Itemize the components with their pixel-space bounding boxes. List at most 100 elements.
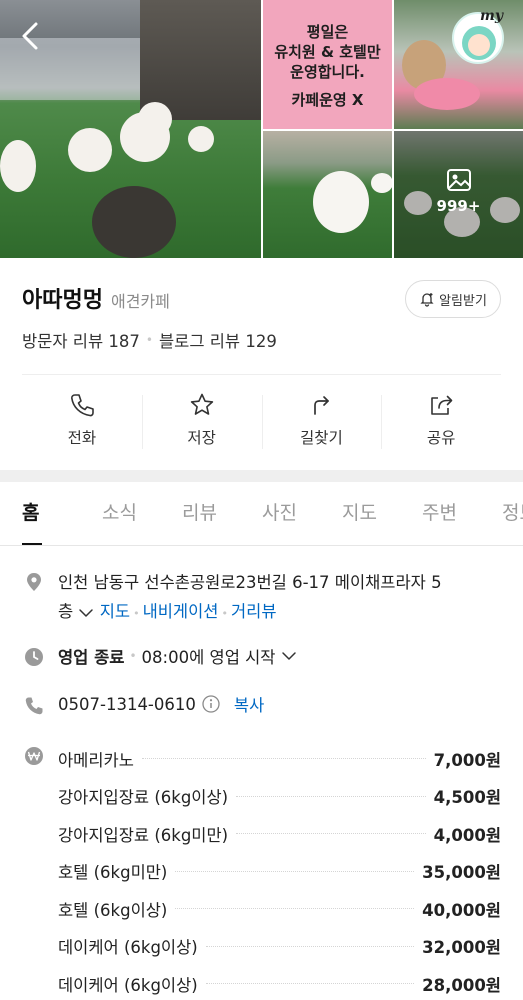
location-pin-icon <box>27 573 41 591</box>
menu-item: 아메리카노 7,000원 <box>58 740 501 778</box>
dotted-leader <box>175 908 415 910</box>
place-category: 애견카페 <box>110 292 170 311</box>
opening-time: 08:00에 영업 시작 <box>141 648 276 667</box>
share-button[interactable]: 공유 <box>381 375 501 465</box>
business-hours[interactable]: 영업 종료 • 08:00에 영업 시작 <box>58 644 297 668</box>
address-text: 인천 남동구 선수촌공원로23번길 6-17 메이채프라자 5 <box>58 573 442 592</box>
tab-photos[interactable]: 사진 <box>240 482 320 545</box>
tab-nearby[interactable]: 주변 <box>400 482 480 545</box>
chevron-left-icon <box>22 22 38 50</box>
photo-notice-sign[interactable]: 평일은 유치원 & 호텔만 운영합니다. 카페운영 X <box>263 0 392 129</box>
navigation-link[interactable]: 내비게이션 <box>143 602 219 621</box>
photo-dog-running[interactable] <box>263 131 392 258</box>
photo-gallery[interactable]: 평일은 유치원 & 호텔만 운영합니다. 카페운영 X 999+ my <box>0 0 523 258</box>
call-button[interactable]: 전화 <box>22 375 142 465</box>
directions-icon <box>314 396 330 415</box>
dotted-leader <box>236 833 426 835</box>
bell-plus-icon <box>420 293 434 307</box>
menu-item: 호텔 (6kg미만) 35,000원 <box>58 853 501 891</box>
avatar-face <box>468 34 490 56</box>
dot-separator: • <box>221 607 228 620</box>
more-photos-indicator[interactable]: 999+ <box>394 168 523 215</box>
tab-home[interactable]: 홈 <box>0 482 80 545</box>
notification-subscribe-button[interactable]: 알림받기 <box>405 280 501 318</box>
tab-reviews[interactable]: 리뷰 <box>160 482 240 545</box>
won-currency-icon <box>25 747 43 765</box>
review-counts: 방문자 리뷰 187 • 블로그 리뷰 129 <box>22 328 277 352</box>
menu-item-name: 강아지입장료 (6kg미만) <box>58 825 229 845</box>
more-photos-count: 999+ <box>436 197 481 215</box>
menu-item-price: 35,000원 <box>422 863 501 883</box>
menu-item-price: 28,000원 <box>422 975 501 995</box>
call-label: 전화 <box>67 429 97 447</box>
my-profile-avatar[interactable]: my <box>452 8 504 64</box>
copy-phone-button[interactable]: 복사 <box>234 692 264 716</box>
menu-item-name: 호텔 (6kg이상) <box>58 900 168 920</box>
sign-text-line: 카페운영 X <box>291 91 364 109</box>
photo-dog-shape <box>371 173 392 193</box>
menu-item-price: 32,000원 <box>422 938 501 958</box>
dot-separator: • <box>129 649 137 663</box>
save-label: 저장 <box>187 429 216 447</box>
menu-item-price: 7,000원 <box>433 750 501 770</box>
tab-info[interactable]: 정보 <box>480 482 523 545</box>
menu-item: 호텔 (6kg이상) 40,000원 <box>58 890 501 928</box>
menu-item-price: 40,000원 <box>422 900 501 920</box>
share-label: 공유 <box>426 429 456 447</box>
menu-item-name: 호텔 (6kg미만) <box>58 863 168 883</box>
menu-item-name: 데이케어 (6kg이상) <box>58 938 198 958</box>
tab-news[interactable]: 소식 <box>80 482 160 545</box>
dotted-leader <box>205 945 415 947</box>
section-separator <box>0 470 523 482</box>
menu-item-name: 강아지입장료 (6kg이상) <box>58 788 229 808</box>
dotted-leader <box>141 758 426 760</box>
tab-map[interactable]: 지도 <box>320 482 400 545</box>
directions-label: 길찾기 <box>299 429 343 447</box>
menu-item: 데이케어 (6kg이상) 28,000원 <box>58 965 501 1000</box>
dotted-leader <box>236 795 426 797</box>
sign-text-line: 평일은 <box>306 23 349 41</box>
menu-item-price: 4,500원 <box>433 788 501 808</box>
chevron-down-icon[interactable] <box>281 650 297 662</box>
share-icon <box>431 395 453 415</box>
menu-item: 강아지입장료 (6kg이상) 4,500원 <box>58 778 501 816</box>
dot-separator: • <box>133 607 140 620</box>
info-icon[interactable] <box>202 695 220 713</box>
photo-dog-shape <box>0 140 36 192</box>
menu-item-name: 데이케어 (6kg이상) <box>58 975 198 995</box>
address-text-cont: 층 <box>58 602 74 621</box>
directions-button[interactable]: 길찾기 <box>261 375 382 465</box>
street-view-link[interactable]: 거리뷰 <box>231 602 277 621</box>
phone-row: 0507-1314-0610 복사 <box>58 692 264 716</box>
menu-item-price: 4,000원 <box>433 825 501 845</box>
blog-review-link[interactable]: 블로그 리뷰 129 <box>159 328 277 352</box>
map-link[interactable]: 지도 <box>100 602 130 621</box>
photo-dog-shape <box>68 128 112 172</box>
tab-bar: 홈 소식 리뷰 사진 지도 주변 정보 <box>0 482 523 546</box>
title-row: 아따멍멍 애견카페 <box>22 282 170 314</box>
chevron-down-icon[interactable] <box>78 607 94 619</box>
back-button[interactable] <box>16 18 46 54</box>
address-block: 인천 남동구 선수촌공원로23번길 6-17 메이채프라자 5 층 지도 • 내비게… <box>58 568 488 628</box>
photo-dog-shape <box>313 171 369 233</box>
photo-dog-shape <box>138 102 172 136</box>
sign-text-line: 유치원 & 호텔만 <box>274 43 381 61</box>
phone-icon <box>25 697 43 715</box>
clock-icon <box>25 648 43 666</box>
avatar-my-label: my <box>480 8 503 24</box>
menu-price-list: 아메리카노 7,000원 강아지입장료 (6kg이상) 4,500원 강아지입장… <box>58 740 501 1000</box>
notification-subscribe-label: 알림받기 <box>439 293 487 309</box>
menu-item: 데이케어 (6kg이상) 32,000원 <box>58 928 501 966</box>
place-name: 아따멍멍 <box>22 288 103 313</box>
dotted-leader <box>175 870 415 872</box>
photo-dog-shape <box>92 186 176 258</box>
dotted-leader <box>205 983 415 985</box>
save-button[interactable]: 저장 <box>141 375 262 465</box>
visitor-review-link[interactable]: 방문자 리뷰 187 <box>22 328 140 352</box>
phone-icon <box>70 394 94 417</box>
sign-text-line: 운영합니다. <box>290 63 365 81</box>
photo-dog-shape <box>188 126 214 152</box>
image-icon <box>446 169 471 191</box>
phone-number[interactable]: 0507-1314-0610 <box>58 695 196 714</box>
business-status: 영업 종료 <box>58 648 125 667</box>
